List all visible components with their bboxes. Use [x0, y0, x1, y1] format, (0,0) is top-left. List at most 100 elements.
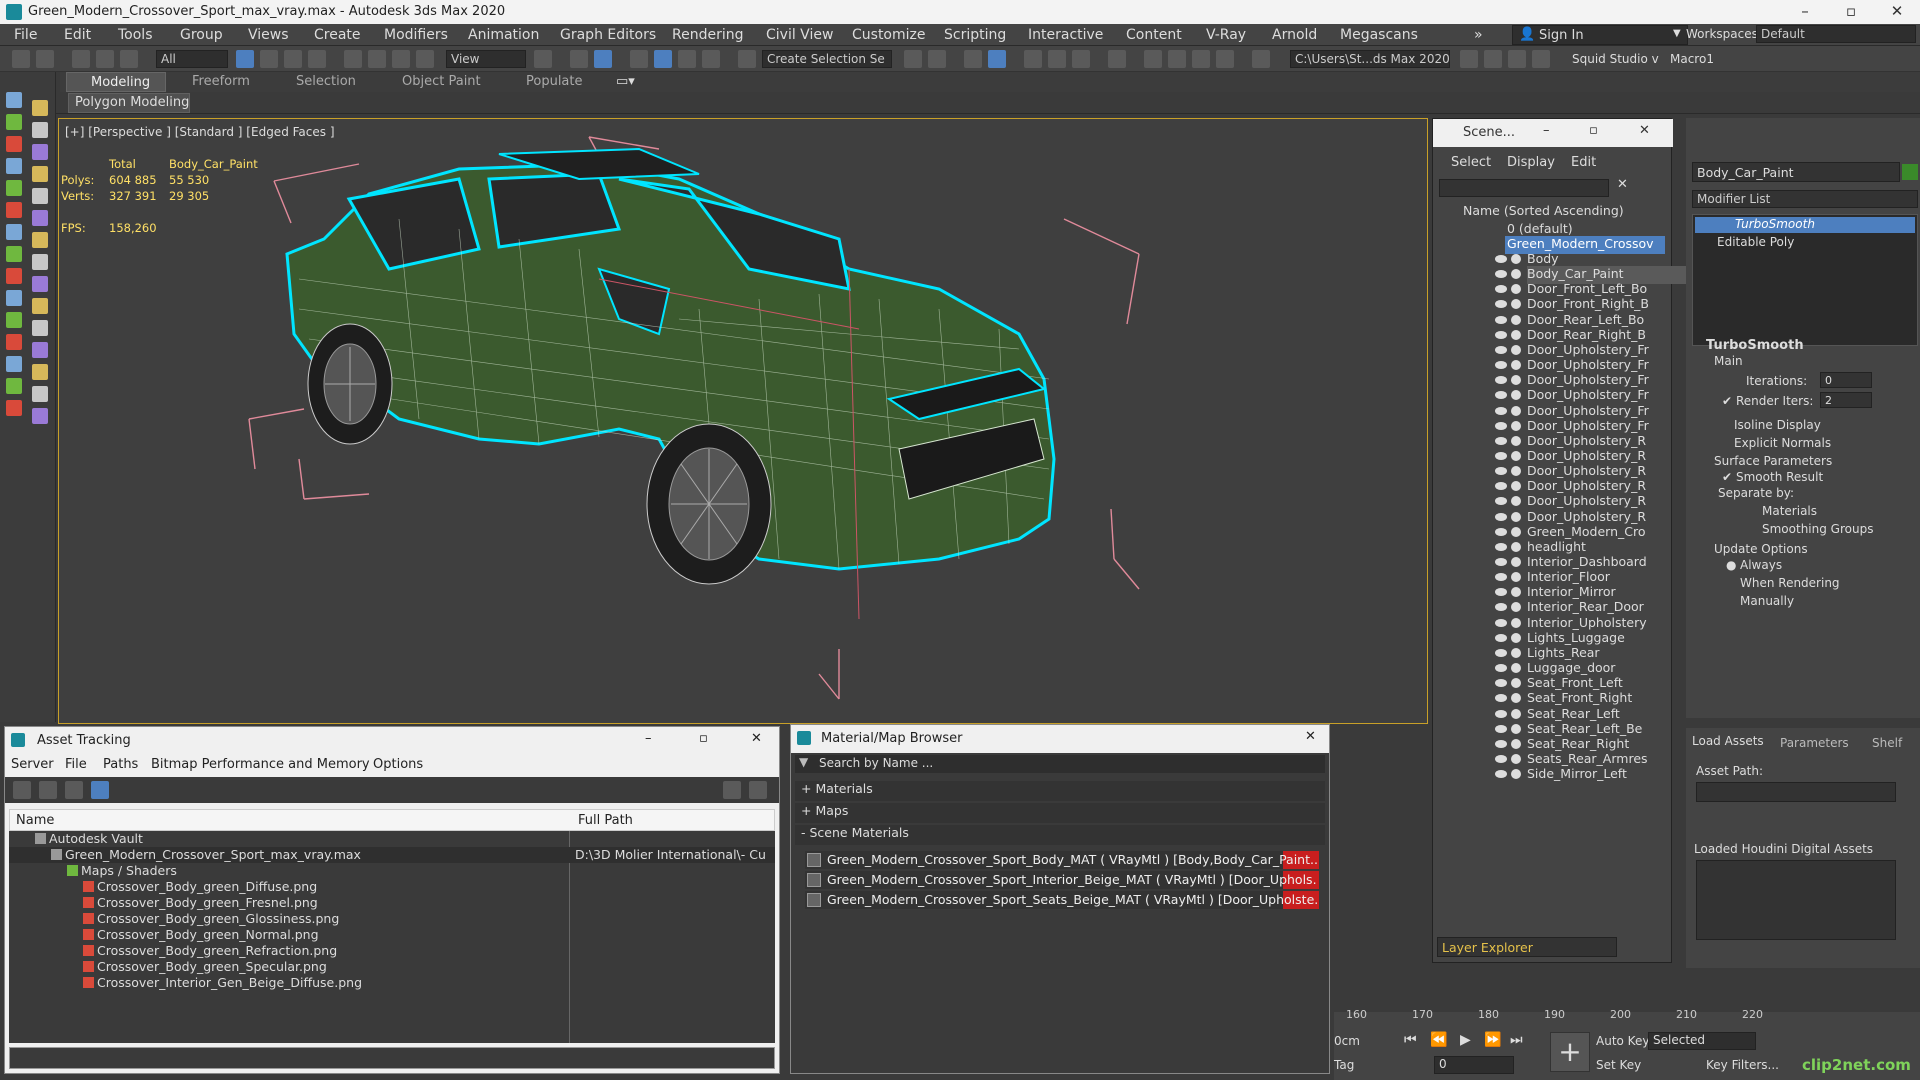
loaded-assets-list[interactable] [1696, 860, 1896, 940]
material-editor-icon[interactable] [1108, 50, 1126, 68]
render-iters-spinner[interactable]: 2 [1820, 392, 1872, 408]
scene-menu-select[interactable]: Select [1451, 155, 1491, 170]
window-crossing-icon[interactable] [308, 50, 326, 68]
visibility-eye-icon[interactable] [1495, 467, 1507, 476]
move-icon[interactable] [344, 50, 362, 68]
isoline-checkbox-label[interactable]: Isoline Display [1734, 418, 1821, 432]
create-tool-icon[interactable] [6, 224, 22, 240]
toggle-scene-explorer-icon[interactable] [964, 50, 982, 68]
menu-customize[interactable]: Customize [852, 27, 926, 43]
tab-parameters[interactable]: Parameters [1780, 736, 1849, 750]
visibility-eye-icon[interactable] [1495, 724, 1507, 733]
render-setup-icon[interactable] [1144, 50, 1162, 68]
edit-named-sel-icon[interactable] [738, 50, 756, 68]
visibility-eye-icon[interactable] [1495, 664, 1507, 673]
asset-row[interactable]: Maps / Shaders [9, 863, 775, 879]
visibility-eye-icon[interactable] [1495, 754, 1507, 763]
visibility-eye-icon[interactable] [1495, 573, 1507, 582]
vray-toolbar-icon[interactable] [1252, 50, 1270, 68]
tab-freeform[interactable]: Freeform [192, 74, 250, 89]
object-name-field[interactable]: Body_Car_Paint [1692, 162, 1900, 182]
create-tool-icon[interactable] [6, 114, 22, 130]
visibility-eye-icon[interactable] [1495, 315, 1507, 324]
visibility-eye-icon[interactable] [1495, 679, 1507, 688]
render-iters-checkbox[interactable]: ✔ [1722, 394, 1732, 408]
create-tool-icon[interactable] [6, 92, 22, 108]
maximize-icon[interactable]: ▫ [699, 731, 708, 746]
polygon-modeling-panel[interactable]: Polygon Modeling [68, 93, 190, 113]
create-tool-icon[interactable] [32, 188, 48, 204]
create-tool-icon[interactable] [6, 312, 22, 328]
menu-views[interactable]: Views [248, 27, 289, 43]
mirror-icon[interactable] [904, 50, 922, 68]
create-tool-icon[interactable] [6, 246, 22, 262]
create-tool-icon[interactable] [32, 276, 48, 292]
create-tool-icon[interactable] [32, 100, 48, 116]
modifier-editable-poly[interactable]: Editable Poly [1717, 235, 1794, 249]
create-tool-icon[interactable] [6, 268, 22, 284]
create-tool-icon[interactable] [32, 232, 48, 248]
tab-modeling[interactable]: Modeling [66, 72, 166, 92]
group-materials[interactable]: + Materials [795, 781, 1325, 801]
visibility-eye-icon[interactable] [1495, 558, 1507, 566]
menu-civil-view[interactable]: Civil View [766, 27, 833, 43]
visibility-eye-icon[interactable] [1495, 361, 1507, 370]
project-folder-icon[interactable] [1460, 50, 1478, 68]
link-icon[interactable] [72, 50, 90, 68]
minimize-icon[interactable]: – [645, 731, 652, 746]
create-tool-icon[interactable] [32, 122, 48, 138]
scene-menu-display[interactable]: Display [1507, 155, 1555, 170]
menu-overflow-icon[interactable]: » [1474, 27, 1483, 43]
tab-selection[interactable]: Selection [296, 74, 356, 89]
explicit-normals-label[interactable]: Explicit Normals [1734, 436, 1831, 450]
selection-set-dropdown[interactable]: Create Selection Se [762, 50, 892, 68]
smooth-result-checkbox[interactable]: ✔ [1722, 470, 1732, 484]
visibility-eye-icon[interactable] [1495, 421, 1507, 430]
open-file-icon[interactable] [1484, 50, 1502, 68]
visibility-eye-icon[interactable] [1495, 300, 1507, 309]
create-tool-icon[interactable] [6, 136, 22, 152]
unlink-icon[interactable] [96, 50, 114, 68]
scene-material-item[interactable]: Green_Modern_Crossover_Sport_Interior_Be… [805, 871, 1319, 889]
help-icon[interactable] [723, 781, 741, 799]
snaps-icon[interactable] [630, 50, 648, 68]
angle-snap-icon[interactable] [654, 50, 672, 68]
scene-material-item[interactable]: Green_Modern_Crossover_Sport_Seats_Beige… [805, 891, 1319, 909]
col-name[interactable]: Name [16, 813, 54, 828]
explorer-type-dropdown[interactable]: Layer Explorer [1437, 937, 1617, 957]
minimize-button[interactable]: – [1782, 0, 1828, 24]
clear-search-icon[interactable]: ✕ [1617, 177, 1628, 192]
redo-icon[interactable] [36, 50, 54, 68]
key-filters-button[interactable]: Key Filters... [1706, 1058, 1779, 1072]
visibility-eye-icon[interactable] [1495, 694, 1507, 703]
smoothing-groups-label[interactable]: Smoothing Groups [1762, 522, 1873, 536]
iterations-spinner[interactable]: 0 [1820, 372, 1872, 388]
create-tool-icon[interactable] [32, 166, 48, 182]
select-by-name-icon[interactable] [260, 50, 278, 68]
asset-row[interactable]: Crossover_Body_green_Fresnel.png [9, 895, 775, 911]
menu-vray[interactable]: V-Ray [1206, 27, 1246, 43]
project-path-dropdown[interactable]: C:\Users\St...ds Max 2020 [1290, 50, 1450, 68]
next-frame-icon[interactable]: ⏩ [1484, 1032, 1501, 1048]
table-view-icon[interactable] [91, 781, 109, 799]
create-tool-icon[interactable] [32, 408, 48, 424]
visibility-eye-icon[interactable] [1495, 436, 1507, 445]
visibility-eye-icon[interactable] [1495, 270, 1507, 279]
visibility-eye-icon[interactable] [1495, 527, 1507, 536]
create-tool-icon[interactable] [6, 378, 22, 394]
archive-icon[interactable] [1532, 50, 1550, 68]
scene-item[interactable]: Side_Mirror_Left [1527, 766, 1702, 784]
tab-load-assets[interactable]: Load Assets [1692, 734, 1764, 748]
signin-dropdown[interactable]: 👤 Sign In ▼ [1512, 25, 1688, 45]
close-button[interactable]: ✕ [1874, 0, 1920, 24]
save-file-icon[interactable] [1508, 50, 1526, 68]
create-tool-icon[interactable] [32, 144, 48, 160]
menu-interactive[interactable]: Interactive [1028, 27, 1103, 43]
asset-row[interactable]: Autodesk Vault [9, 831, 775, 847]
perspective-viewport[interactable]: [+] [Perspective ] [Standard ] [Edged Fa… [58, 118, 1428, 724]
visibility-eye-icon[interactable] [1495, 739, 1507, 748]
set-key-button[interactable]: Set Key [1596, 1058, 1641, 1072]
create-tool-icon[interactable] [32, 342, 48, 358]
scene-search-input[interactable] [1439, 179, 1609, 197]
asset-row[interactable]: Crossover_Body_green_Refraction.png [9, 943, 775, 959]
